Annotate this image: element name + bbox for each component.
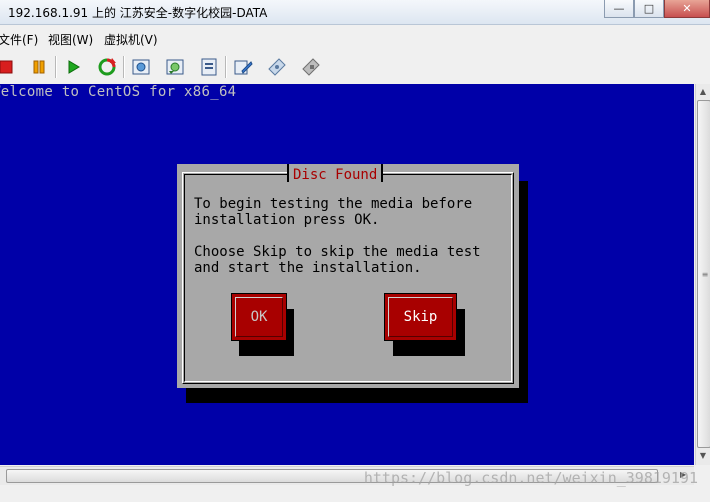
menu-bar: 文件(F) 视图(W) 虚拟机(V)	[0, 29, 710, 49]
minimize-button[interactable]: —	[604, 0, 634, 18]
vm-console[interactable]: Welcome to CentOS for x86_64 Disc Found …	[0, 84, 694, 465]
pause-button[interactable]	[27, 55, 51, 79]
stop-icon	[0, 60, 13, 74]
window-titlebar[interactable]: 192.168.1.91 上的 江苏安全-数字化校园-DATA — □ ✕	[0, 0, 710, 25]
revert-snapshot-icon	[166, 59, 184, 75]
window-title: 192.168.1.91 上的 江苏安全-数字化校园-DATA	[8, 6, 268, 20]
menu-file[interactable]: 文件(F)	[0, 31, 38, 48]
floppy-button[interactable]	[299, 55, 323, 79]
maximize-icon: □	[643, 2, 655, 15]
message-line: Choose Skip to skip the media test	[194, 244, 481, 260]
toolbar-separator	[225, 56, 227, 78]
skip-button[interactable]: Skip	[384, 293, 457, 341]
menu-view[interactable]: 视图(W)	[48, 31, 93, 48]
window-controls: — □ ✕	[604, 0, 710, 20]
message-line: installation press OK.	[194, 212, 380, 228]
status-bar	[0, 486, 710, 502]
manage-snapshots-button[interactable]	[197, 55, 221, 79]
reset-icon	[98, 58, 116, 76]
play-button[interactable]	[61, 55, 85, 79]
toolbar	[0, 52, 710, 82]
manage-snapshots-icon	[201, 58, 217, 76]
cd-dvd-button[interactable]	[265, 55, 289, 79]
watermark: https://blog.csdn.net/weixin_39819191	[363, 469, 698, 487]
dialog-title-box: Disc Found	[287, 164, 384, 183]
message-line: To begin testing the media before	[194, 196, 473, 212]
reset-button[interactable]	[95, 55, 119, 79]
maximize-button[interactable]: □	[634, 0, 664, 18]
skip-button-face: Skip	[388, 297, 453, 337]
play-icon	[68, 60, 80, 74]
floppy-icon	[302, 58, 320, 76]
message-line: and start the installation.	[194, 260, 422, 276]
vertical-scroll-thumb[interactable]: ≡	[697, 100, 710, 448]
menu-vm[interactable]: 虚拟机(V)	[104, 31, 158, 48]
close-button[interactable]: ✕	[664, 0, 710, 18]
vertical-scrollbar[interactable]: ▲ ≡ ▼	[695, 84, 710, 465]
snapshot-icon	[132, 59, 150, 75]
scroll-up-icon[interactable]: ▲	[698, 86, 708, 98]
toolbar-separator	[123, 56, 125, 78]
close-icon: ✕	[682, 2, 692, 15]
edit-settings-button[interactable]	[231, 55, 255, 79]
stop-button[interactable]	[0, 55, 18, 79]
scroll-down-icon[interactable]: ▼	[698, 450, 708, 462]
revert-snapshot-button[interactable]	[163, 55, 187, 79]
pause-icon	[33, 60, 45, 74]
welcome-text: Welcome to CentOS for x86_64	[0, 84, 237, 100]
ok-button[interactable]: OK	[231, 293, 287, 341]
minimize-icon: —	[613, 2, 625, 15]
toolbar-separator	[55, 56, 57, 78]
snapshot-button[interactable]	[129, 55, 153, 79]
grip-icon: ≡	[701, 270, 709, 279]
edit-settings-icon	[234, 60, 253, 75]
ok-button-face: OK	[235, 297, 283, 337]
ok-button-label: OK	[250, 309, 268, 325]
cd-dvd-icon	[268, 58, 286, 76]
disc-found-dialog: Disc Found To begin testing the media be…	[177, 164, 519, 388]
dialog-title: Disc Found	[293, 167, 378, 183]
skip-button-label: Skip	[403, 309, 438, 325]
